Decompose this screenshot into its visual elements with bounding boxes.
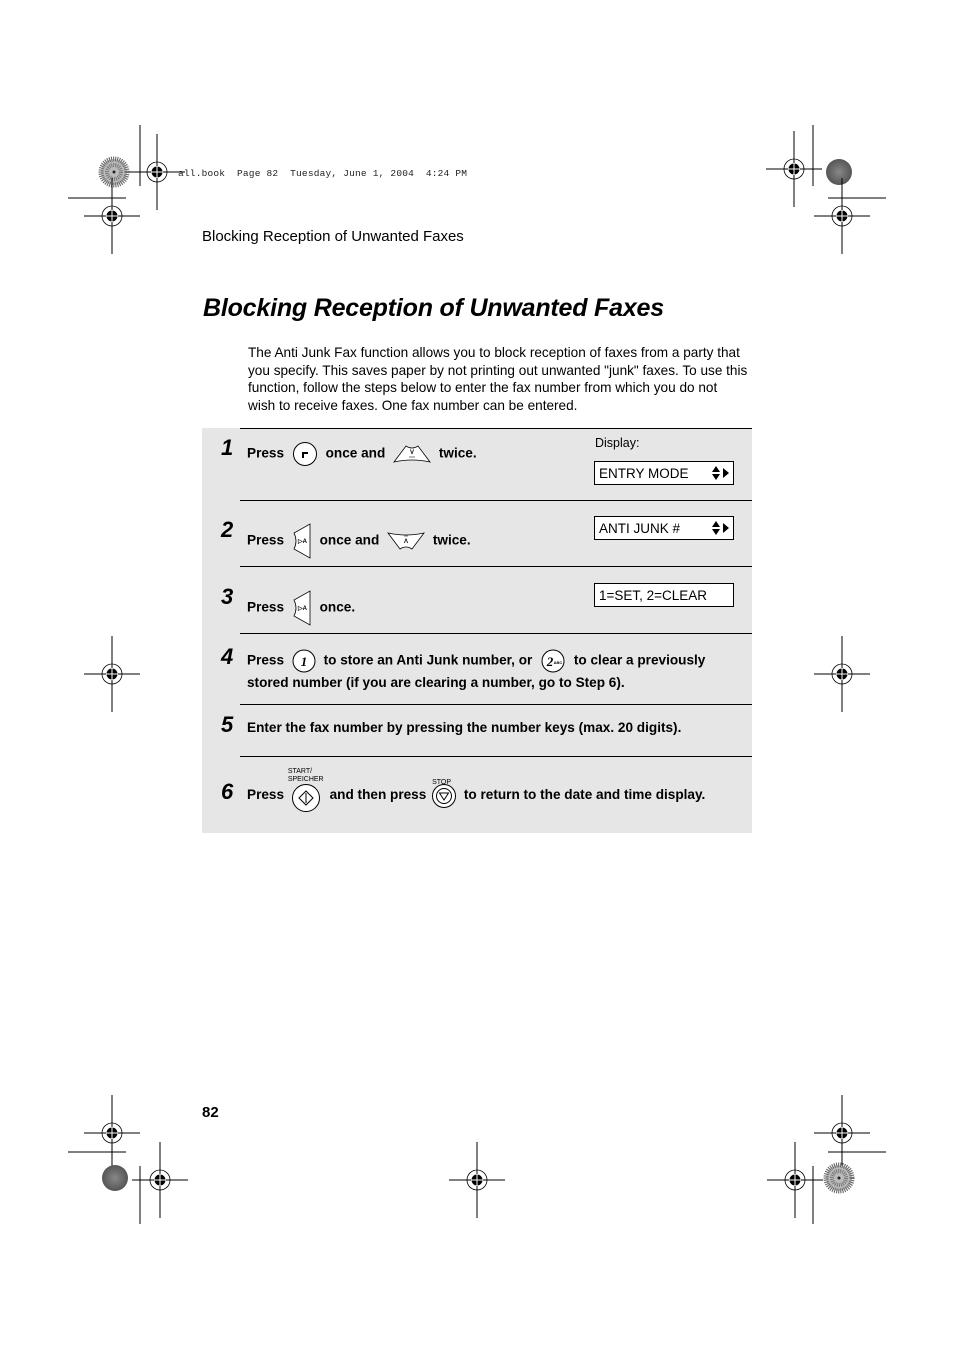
svg-text:▷A: ▷A [297,605,308,612]
key-1-icon: 1 [292,649,316,673]
lcd-text: ENTRY MODE [599,466,689,481]
step-text-part: Press [247,532,285,548]
scroll-arrows-icon [712,521,729,535]
step-number: 1 [221,435,234,460]
registration-crosshair-icon [83,635,141,713]
divider [240,566,752,567]
step-4-text: Press 1 to store an Anti Junk number, or… [247,649,705,693]
step-text-part: Press [247,445,285,461]
function-key-icon [292,442,317,466]
lcd-display: ENTRY MODE [594,461,734,485]
down-arrow-key-icon: V [393,445,432,463]
registration-crosshair-icon [813,1094,871,1172]
step-number: 2 [221,517,234,542]
svg-text:Λ: Λ [404,539,408,545]
step-2-text: Press ▷A once and Λ twice. [247,523,471,559]
step-text-part: once and [325,445,386,461]
right-arrow-key-icon: ▷A [293,523,311,559]
registration-crosshair-icon [128,133,186,211]
key-2-abc-icon: 2 ABC [541,649,565,673]
step-text-part: to clear a previously [573,652,706,668]
grey-target-icon [826,159,852,185]
step-text-part: once. [319,599,356,615]
step-text-part: Press [247,652,285,668]
start-key-icon [291,784,320,813]
step-text-part: stored number (if you are clearing a num… [247,675,625,690]
step-text-part: to return to the date and time display. [463,787,706,802]
registration-crosshair-icon [813,635,871,713]
grey-target-icon [102,1165,128,1191]
step-3-text: Press ▷A once. [247,590,355,626]
running-head: Blocking Reception of Unwanted Faxes [202,228,464,245]
step-text-part: twice. [438,445,477,461]
scroll-arrows-icon [712,466,729,480]
right-arrow-key-icon: ▷A [293,590,311,626]
svg-text:V: V [410,450,414,456]
page-number: 82 [202,1104,219,1121]
lcd-text: 1=SET, 2=CLEAR [599,588,708,603]
star-target-icon [826,1165,852,1191]
step-number: 6 [221,779,234,804]
divider [240,500,752,501]
divider [240,756,752,757]
svg-text:2: 2 [546,654,554,669]
lcd-display: 1=SET, 2=CLEAR [594,583,734,607]
start-key-caption: START/SPEICHER [287,768,324,784]
up-arrow-key-icon: Λ [387,532,426,550]
page-title: Blocking Reception of Unwanted Faxes [203,294,664,322]
divider [240,633,752,634]
intro-paragraph: The Anti Junk Fax function allows you to… [248,345,748,413]
step-1-text: Press once and V twice. [247,441,477,467]
steps-panel: Display: 1 Press once and V twice. ENTRY… [202,428,752,833]
registration-crosshair-icon [448,1141,506,1219]
step-text-part: once and [319,532,380,548]
registration-crosshair-icon [83,177,141,255]
registration-crosshair-icon [766,1141,824,1219]
lcd-text: ANTI JUNK # [599,521,681,536]
step-number: 3 [221,584,234,609]
divider [240,704,752,705]
step-text-part: to store an Anti Junk number, or [323,652,533,668]
registration-crosshair-icon [813,177,871,255]
display-label: Display: [595,436,640,450]
svg-text:1: 1 [301,654,308,669]
step-text-part: and then press [329,787,427,802]
step-text-part: Press [247,599,285,615]
star-target-icon [101,159,127,185]
svg-text:ABC: ABC [554,660,563,665]
step-text-part: twice. [432,532,471,548]
step-number: 5 [221,712,234,737]
svg-text:▷A: ▷A [297,538,308,545]
stop-key-icon [432,784,457,809]
step-5-text: Enter the fax number by pressing the num… [247,720,682,735]
lcd-display: ANTI JUNK # [594,516,734,540]
step-number: 4 [221,644,234,669]
registration-crosshair-icon [765,130,823,208]
registration-crosshair-icon [83,1094,141,1172]
divider [240,428,752,429]
step-6-text: Press START/SPEICHER and then press STOP… [247,768,706,813]
step-text-part: Press [247,787,285,802]
